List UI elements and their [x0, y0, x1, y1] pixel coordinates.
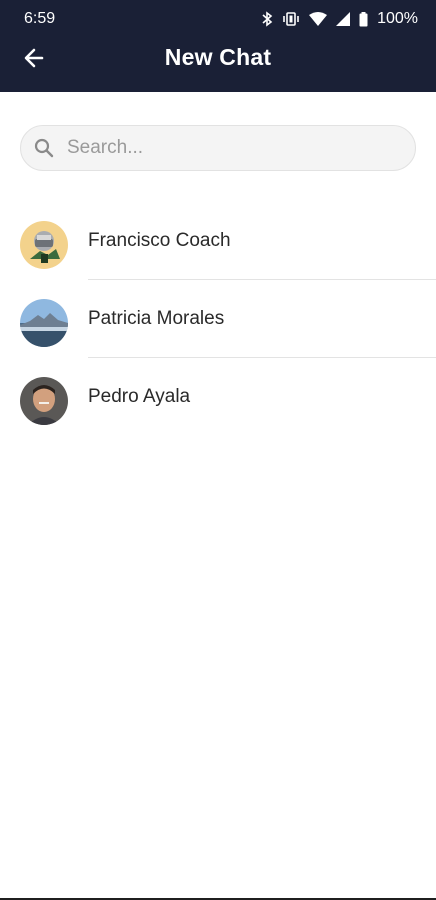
contact-name: Pedro Ayala — [88, 386, 191, 407]
avatar — [20, 299, 68, 347]
contact-name: Francisco Coach — [88, 230, 231, 251]
contact-item-francisco-coach[interactable]: Francisco Coach — [0, 202, 436, 280]
app-header: 6:59 100% New Chat — [0, 0, 436, 92]
page-title: New Chat — [164, 44, 272, 70]
contact-item-pedro-ayala[interactable]: Pedro Ayala — [0, 358, 436, 436]
search-input[interactable] — [65, 136, 389, 160]
toolbar: New Chat — [0, 38, 436, 82]
search-icon — [33, 137, 55, 159]
new-chat-screen: 6:59 100% New Chat Search... Francisco C… — [0, 0, 436, 900]
avatar — [20, 377, 68, 425]
vibrate-icon — [282, 12, 300, 26]
contact-list: Francisco Coach Patricia Morales Pedro A… — [0, 202, 436, 436]
avatar — [20, 221, 68, 269]
bluetooth-icon — [262, 11, 273, 27]
signal-icon — [336, 12, 351, 26]
battery-icon — [359, 11, 368, 27]
status-bar: 6:59 100% — [0, 0, 436, 38]
battery-percent: 100% — [377, 10, 418, 27]
status-time: 6:59 — [24, 10, 56, 27]
wifi-icon — [309, 12, 328, 26]
status-icons: 100% — [262, 10, 418, 28]
contact-name: Patricia Morales — [88, 308, 225, 329]
search-bar[interactable] — [20, 125, 416, 171]
contact-item-patricia-morales[interactable]: Patricia Morales — [0, 280, 436, 358]
